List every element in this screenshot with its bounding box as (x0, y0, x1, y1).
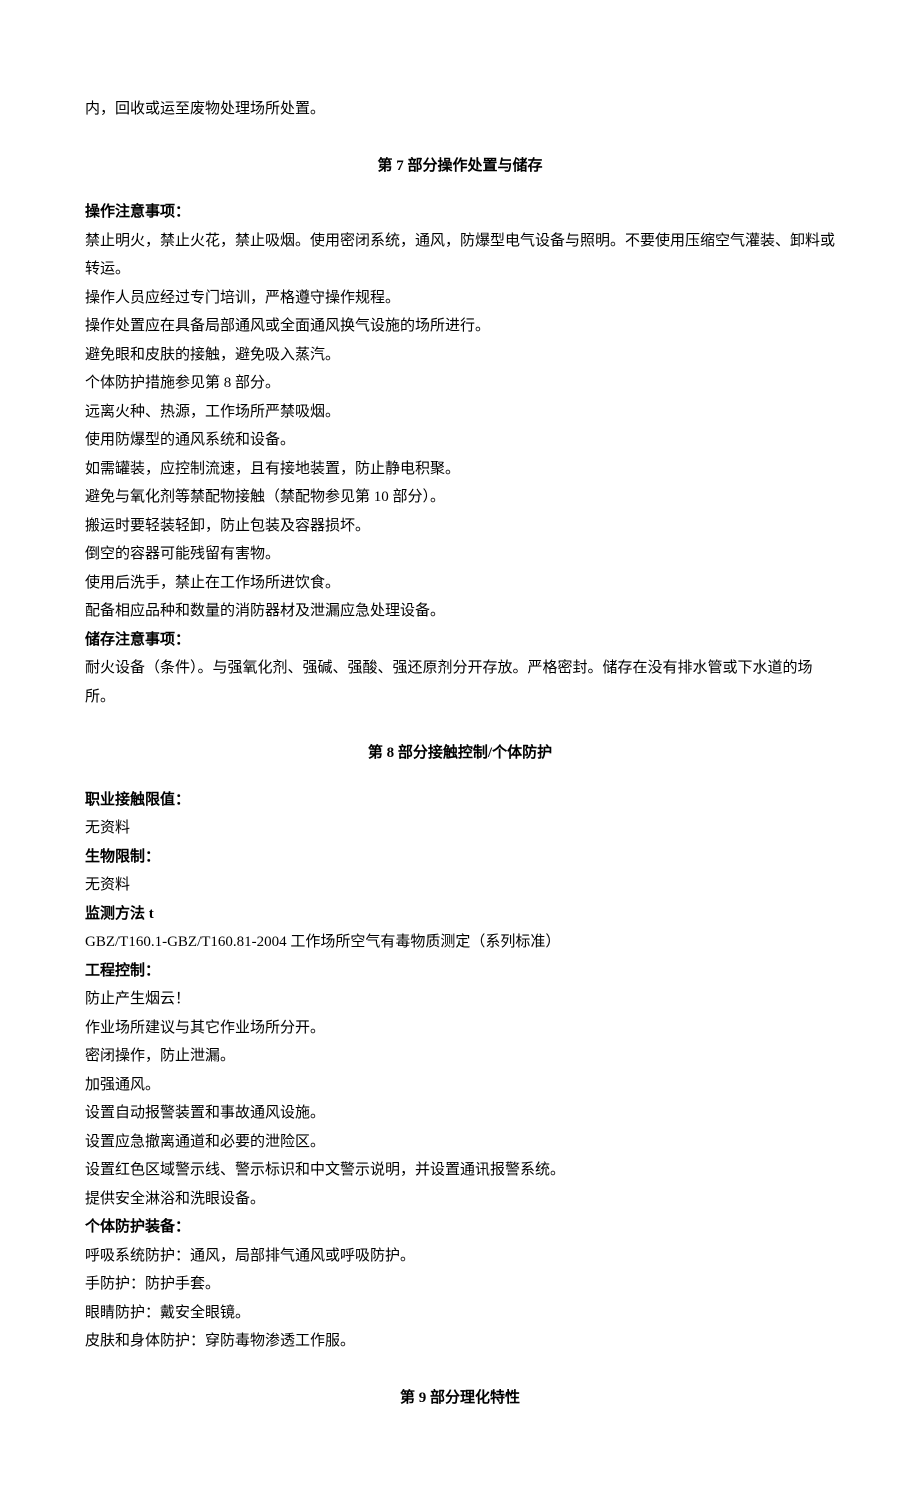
engineering-control-line: 设置红色区域警示线、警示标识和中文警示说明，并设置通讯报警系统。 (85, 1156, 835, 1185)
operation-line: 使用防爆型的通风系统和设备。 (85, 426, 835, 455)
operation-line: 搬运时要轻装轻卸，防止包装及容器损坏。 (85, 512, 835, 541)
monitoring-method-value: GBZ/T160.1-GBZ/T160.81-2004 工作场所空气有毒物质测定… (85, 928, 835, 957)
operation-line: 远离火种、热源，工作场所严禁吸烟。 (85, 398, 835, 427)
engineering-control-line: 密闭操作，防止泄漏。 (85, 1042, 835, 1071)
storage-line: 耐火设备（条件）。与强氧化剂、强碱、强酸、强还原剂分开存放。严格密封。储存在没有… (85, 654, 835, 711)
engineering-control-line: 防止产生烟云！ (85, 985, 835, 1014)
operation-line: 使用后洗手，禁止在工作场所进饮食。 (85, 569, 835, 598)
engineering-control-heading: 工程控制： (85, 957, 835, 986)
occupational-exposure-value: 无资料 (85, 814, 835, 843)
engineering-control-line: 作业场所建议与其它作业场所分开。 (85, 1014, 835, 1043)
section-7-heading: 第 7 部分操作处置与储存 (85, 152, 835, 181)
section-9-heading: 第 9 部分理化特性 (85, 1384, 835, 1413)
operation-line: 操作处置应在具备局部通风或全面通风换气设施的场所进行。 (85, 312, 835, 341)
engineering-control-line: 加强通风。 (85, 1071, 835, 1100)
operation-line: 倒空的容器可能残留有害物。 (85, 540, 835, 569)
ppe-line: 呼吸系统防护：通风，局部排气通风或呼吸防护。 (85, 1242, 835, 1271)
operation-line: 操作人员应经过专门培训，严格遵守操作规程。 (85, 284, 835, 313)
storage-precautions-heading: 储存注意事项： (85, 626, 835, 655)
ppe-line: 皮肤和身体防护：穿防毒物渗透工作服。 (85, 1327, 835, 1356)
operation-line: 避免眼和皮肤的接触，避免吸入蒸汽。 (85, 341, 835, 370)
section-8-heading: 第 8 部分接触控制/个体防护 (85, 739, 835, 768)
ppe-heading: 个体防护装备： (85, 1213, 835, 1242)
operation-line: 配备相应品种和数量的消防器材及泄漏应急处理设备。 (85, 597, 835, 626)
monitoring-method-heading: 监测方法 t (85, 900, 835, 929)
engineering-control-line: 设置应急撤离通道和必要的泄险区。 (85, 1128, 835, 1157)
engineering-control-line: 设置自动报警装置和事故通风设施。 (85, 1099, 835, 1128)
engineering-control-line: 提供安全淋浴和洗眼设备。 (85, 1185, 835, 1214)
operation-line: 如需罐装，应控制流速，且有接地装置，防止静电积聚。 (85, 455, 835, 484)
operation-line: 禁止明火，禁止火花，禁止吸烟。使用密闭系统，通风，防爆型电气设备与照明。不要使用… (85, 227, 835, 284)
occupational-exposure-heading: 职业接触限值： (85, 786, 835, 815)
intro-continuation: 内，回收或运至废物处理场所处置。 (85, 95, 835, 124)
operation-precautions-heading: 操作注意事项： (85, 198, 835, 227)
operation-line: 避免与氧化剂等禁配物接触（禁配物参见第 10 部分）。 (85, 483, 835, 512)
biological-limit-heading: 生物限制： (85, 843, 835, 872)
ppe-line: 手防护：防护手套。 (85, 1270, 835, 1299)
ppe-line: 眼睛防护：戴安全眼镜。 (85, 1299, 835, 1328)
operation-line: 个体防护措施参见第 8 部分。 (85, 369, 835, 398)
biological-limit-value: 无资料 (85, 871, 835, 900)
